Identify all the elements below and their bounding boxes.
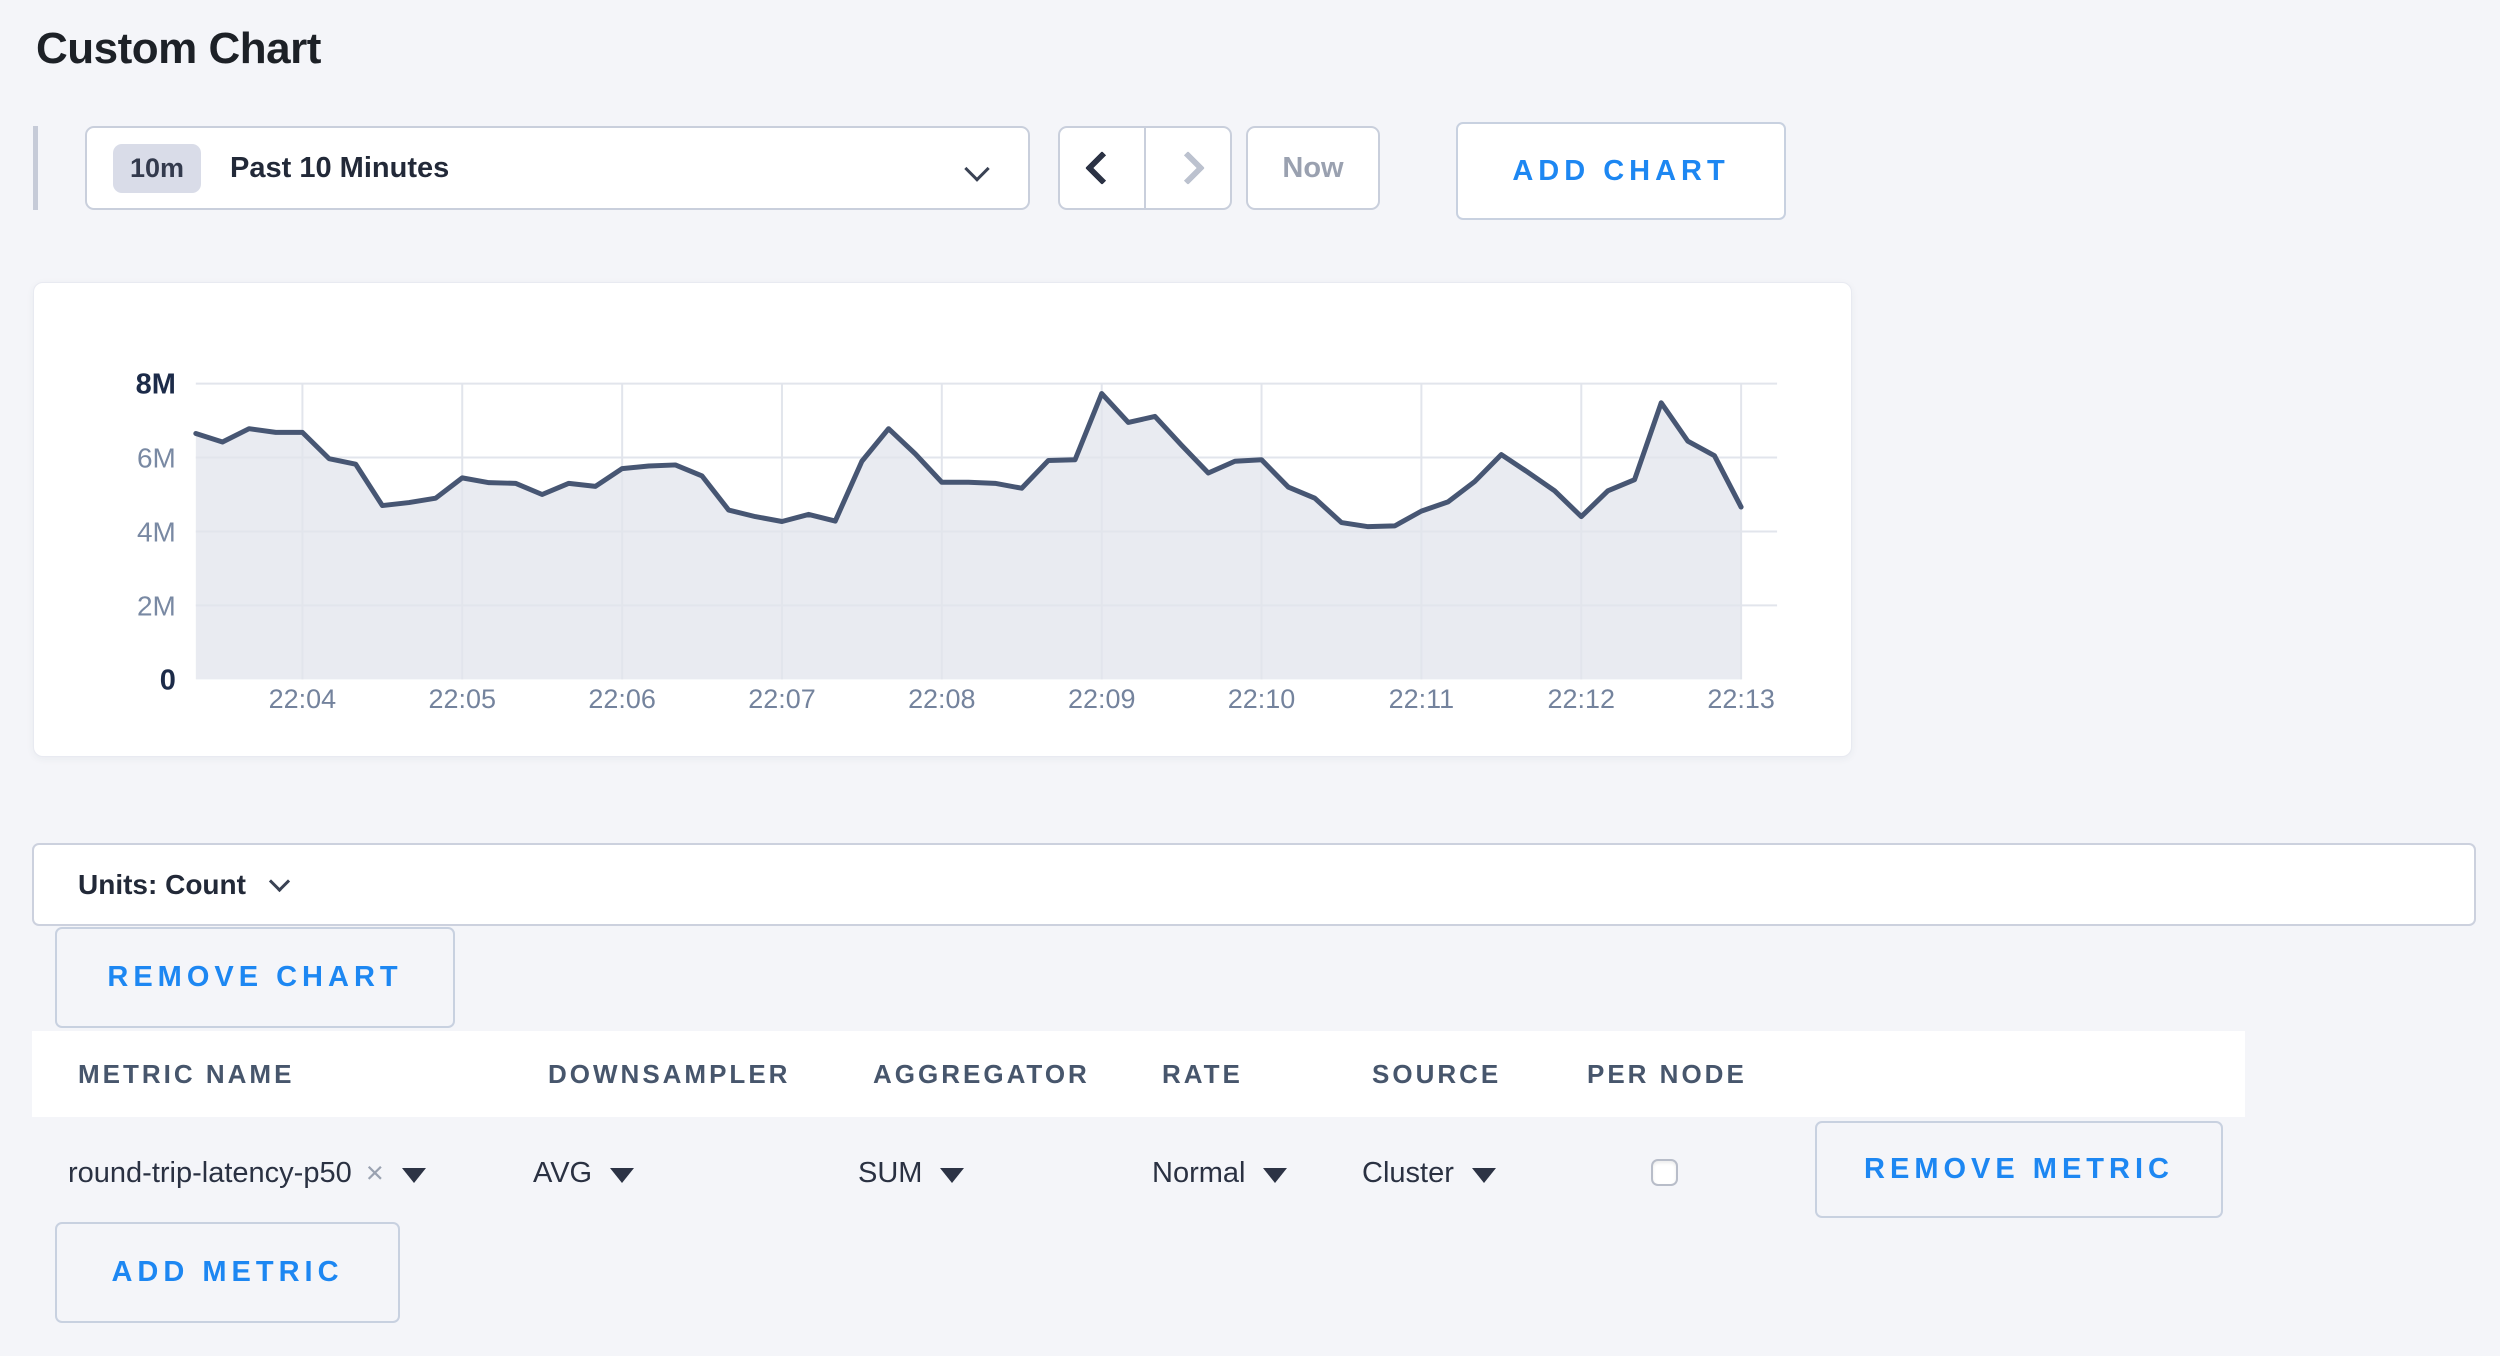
chart-card: 22:04 22:05 22:06 22:07 22:08 22:09 22:10 22:11…: [33, 282, 1852, 757]
svg-text:2M: 2M: [137, 590, 176, 621]
col-header-aggregator: AGGREGATOR: [873, 1031, 1090, 1117]
add-chart-button[interactable]: ADD CHART: [1456, 122, 1786, 220]
svg-text:22:10: 22:10: [1228, 684, 1295, 714]
time-forward-button[interactable]: [1146, 128, 1230, 208]
caret-down-icon: [610, 1168, 634, 1183]
svg-text:22:09: 22:09: [1068, 684, 1135, 714]
aggregator-select[interactable]: SUM: [858, 1143, 964, 1203]
col-header-downsampler: DOWNSAMPLER: [548, 1031, 790, 1117]
col-header-metric-name: METRIC NAME: [78, 1031, 294, 1117]
col-header-rate: RATE: [1162, 1031, 1243, 1117]
svg-text:22:12: 22:12: [1548, 684, 1615, 714]
svg-text:22:11: 22:11: [1389, 684, 1454, 714]
svg-text:8M: 8M: [136, 369, 176, 401]
toolbar-accent-bar: [33, 126, 38, 210]
svg-text:22:08: 22:08: [908, 684, 975, 714]
svg-text:22:05: 22:05: [429, 684, 496, 714]
col-header-per-node: PER NODE: [1587, 1031, 1747, 1117]
remove-metric-button[interactable]: REMOVE METRIC: [1815, 1121, 2223, 1218]
clear-metric-icon[interactable]: ×: [366, 1155, 384, 1191]
time-range-badge: 10m: [113, 144, 201, 193]
metric-name-value: round-trip-latency-p50: [68, 1157, 352, 1190]
svg-text:22:13: 22:13: [1707, 684, 1774, 714]
aggregator-value: SUM: [858, 1157, 922, 1190]
chevron-down-icon: [964, 156, 989, 181]
units-select[interactable]: Units: Count: [32, 843, 2476, 926]
units-label: Units: Count: [78, 869, 246, 901]
svg-text:6M: 6M: [137, 443, 176, 474]
svg-text:22:06: 22:06: [588, 684, 655, 714]
svg-text:0: 0: [160, 664, 176, 696]
source-select[interactable]: Cluster: [1362, 1143, 1496, 1203]
downsampler-select[interactable]: AVG: [533, 1143, 634, 1203]
downsampler-value: AVG: [533, 1157, 592, 1190]
col-header-source: SOURCE: [1372, 1031, 1501, 1117]
rate-select[interactable]: Normal: [1152, 1143, 1287, 1203]
chevron-down-icon: [269, 871, 290, 892]
per-node-checkbox[interactable]: [1651, 1159, 1678, 1186]
svg-text:4M: 4M: [137, 516, 176, 547]
remove-chart-button[interactable]: REMOVE CHART: [55, 927, 455, 1028]
svg-text:22:04: 22:04: [269, 684, 336, 714]
time-back-button[interactable]: [1060, 128, 1146, 208]
metrics-table-header: METRIC NAME DOWNSAMPLER AGGREGATOR RATE …: [32, 1031, 2245, 1117]
caret-down-icon: [1263, 1168, 1287, 1183]
chevron-left-icon: [1085, 151, 1119, 185]
time-nav-group: [1058, 126, 1232, 210]
add-metric-button[interactable]: ADD METRIC: [55, 1222, 400, 1323]
svg-text:22:07: 22:07: [748, 684, 815, 714]
rate-value: Normal: [1152, 1157, 1245, 1190]
time-range-select[interactable]: 10m Past 10 Minutes: [85, 126, 1030, 210]
metric-name-select[interactable]: round-trip-latency-p50 ×: [68, 1143, 426, 1203]
now-button[interactable]: Now: [1246, 126, 1380, 210]
chevron-right-icon: [1171, 151, 1205, 185]
page-title: Custom Chart: [36, 24, 321, 74]
caret-down-icon: [402, 1168, 426, 1183]
timeseries-chart[interactable]: 22:04 22:05 22:06 22:07 22:08 22:09 22:10 22:11…: [34, 283, 1851, 756]
time-range-label: Past 10 Minutes: [230, 152, 449, 185]
caret-down-icon: [1472, 1168, 1496, 1183]
source-value: Cluster: [1362, 1157, 1454, 1190]
caret-down-icon: [940, 1168, 964, 1183]
